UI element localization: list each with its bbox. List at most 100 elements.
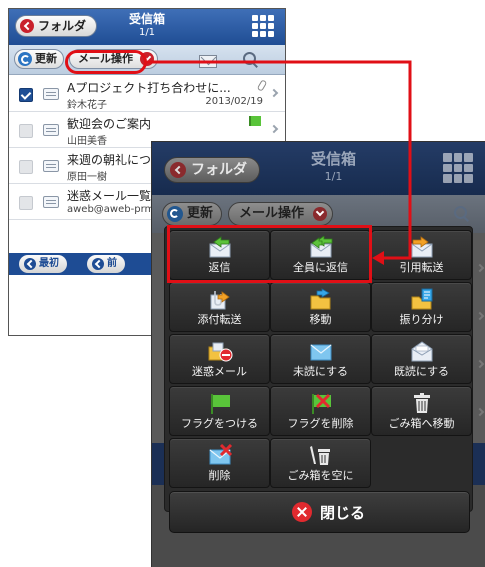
back-arrow-icon (20, 19, 34, 33)
forward-quote-button[interactable]: 引用転送 (371, 230, 472, 280)
empty-trash-button[interactable]: ごみ箱を空に (270, 438, 371, 488)
spam-label: 迷惑メール (192, 365, 247, 378)
trash-icon (413, 393, 430, 413)
remove-flag-label: フラグを削除 (287, 417, 354, 430)
checkbox[interactable] (19, 196, 33, 210)
mail-ops-label: メール操作 (239, 206, 305, 221)
title-text: 受信箱 (310, 150, 356, 168)
header-bar: フォルダ 受信箱 1/1 (152, 142, 485, 195)
chevron-right-icon (475, 311, 485, 321)
delete-icon (209, 444, 232, 465)
envelope-icon[interactable] (199, 55, 217, 68)
mail-icon (43, 160, 59, 172)
mail-icon (43, 88, 59, 100)
refresh-icon (167, 206, 183, 222)
search-icon[interactable] (454, 206, 470, 222)
mark-read-icon (411, 341, 432, 362)
add-flag-button[interactable]: フラグをつける (169, 386, 270, 436)
mail-ops-menu-screen: フォルダ 受信箱 1/1 更新 メール操作 返信 全員に返信 引用転送 添付転送… (151, 141, 485, 567)
page-title: 受信箱 1/1 (242, 151, 425, 185)
mail-date: 2013/02/19 (205, 96, 263, 107)
chevron-right-icon (269, 124, 279, 134)
close-icon (292, 502, 312, 522)
mail-icon (43, 124, 59, 136)
refresh-button[interactable]: 更新 (162, 202, 223, 226)
refresh-label: 更新 (187, 206, 214, 221)
first-page-icon (24, 258, 36, 270)
mail-subject: 来週の朝礼につ (67, 153, 152, 167)
forward-quote-label: 引用転送 (399, 261, 444, 274)
refresh-icon (18, 52, 32, 66)
spam-button[interactable]: 迷惑メール (169, 334, 270, 384)
delete-button[interactable]: 削除 (169, 438, 270, 488)
mail-from: aweb@aweb-prm (67, 204, 155, 215)
forward-attach-label: 添付転送 (197, 313, 242, 326)
app-grid-icon[interactable] (251, 14, 275, 38)
header-bar: フォルダ 受信箱 1/1 (9, 9, 285, 45)
refresh-label: 更新 (35, 52, 57, 65)
move-label: 移動 (309, 313, 332, 326)
mail-subject: 迷惑メール一覧 (67, 189, 152, 203)
page-counter: 1/1 (324, 170, 343, 183)
chevron-right-icon (475, 263, 485, 273)
mail-from: 原田一樹 (67, 172, 107, 183)
forward-attach-button[interactable]: 添付転送 (169, 282, 270, 332)
mark-unread-icon (310, 344, 331, 361)
first-label: 最初 (39, 258, 59, 269)
mail-from: 鈴木花子 (67, 100, 107, 111)
highlight-mail-ops (65, 50, 147, 74)
sort-label: 振り分け (399, 313, 444, 326)
move-to-trash-label: ごみ箱へ移動 (388, 417, 455, 430)
prev-page-icon (92, 258, 104, 270)
chevron-right-icon (475, 407, 485, 417)
mail-ops-button[interactable]: メール操作 (228, 202, 334, 226)
move-to-trash-button[interactable]: ごみ箱へ移動 (371, 386, 472, 436)
mail-icon (43, 196, 59, 208)
spam-icon (208, 342, 232, 362)
mark-read-button[interactable]: 既読にする (371, 334, 472, 384)
close-label: 閉じる (320, 504, 366, 522)
add-flag-label: フラグをつける (181, 417, 258, 430)
first-page-button[interactable]: 最初 (19, 255, 67, 273)
mail-subject: 歓迎会のご案内 (67, 117, 152, 131)
empty-trash-label: ごみ箱を空に (287, 469, 354, 482)
checkbox-checked[interactable] (19, 88, 33, 102)
chevron-right-icon (269, 88, 279, 98)
mail-subject: Aプロジェクト打ち合わせに... (67, 81, 231, 95)
checkbox[interactable] (19, 160, 33, 174)
remove-flag-button[interactable]: フラグを削除 (270, 386, 371, 436)
title-text: 受信箱 (128, 12, 165, 26)
forward-quote-icon (411, 236, 432, 258)
forward-attach-icon (210, 291, 230, 310)
chevron-right-icon (475, 359, 485, 369)
mail-from: 山田美香 (67, 136, 107, 147)
mark-unread-button[interactable]: 未読にする (270, 334, 371, 384)
flag-remove-icon (311, 393, 331, 414)
move-folder-icon (310, 288, 330, 310)
sort-icon (411, 288, 432, 310)
page-title: 受信箱 1/1 (69, 12, 225, 40)
empty-trash-icon (309, 446, 330, 465)
prev-label: 前 (107, 258, 117, 269)
mark-unread-label: 未読にする (292, 365, 349, 378)
delete-label: 削除 (208, 469, 231, 482)
mail-row-1[interactable]: Aプロジェクト打ち合わせに... 鈴木花子 2013/02/19 (9, 76, 285, 112)
close-button[interactable]: 閉じる (169, 491, 470, 533)
chevron-down-icon (313, 207, 328, 221)
prev-page-button[interactable]: 前 (87, 255, 125, 273)
refresh-button[interactable]: 更新 (14, 49, 64, 69)
green-flag-icon (249, 116, 261, 126)
back-label: フォルダ (191, 162, 247, 178)
mark-read-label: 既読にする (393, 365, 450, 378)
app-grid-icon[interactable] (442, 152, 474, 184)
move-button[interactable]: 移動 (270, 282, 371, 332)
toolbar: 更新 メール操作 (9, 45, 285, 75)
attachment-clip-icon (256, 79, 268, 92)
checkbox[interactable] (19, 124, 33, 138)
search-icon[interactable] (243, 52, 259, 68)
highlight-reply-buttons (167, 225, 372, 283)
page-counter: 1/1 (138, 27, 156, 38)
sort-button[interactable]: 振り分け (371, 282, 472, 332)
flag-icon (210, 394, 230, 414)
back-arrow-icon (170, 162, 186, 178)
